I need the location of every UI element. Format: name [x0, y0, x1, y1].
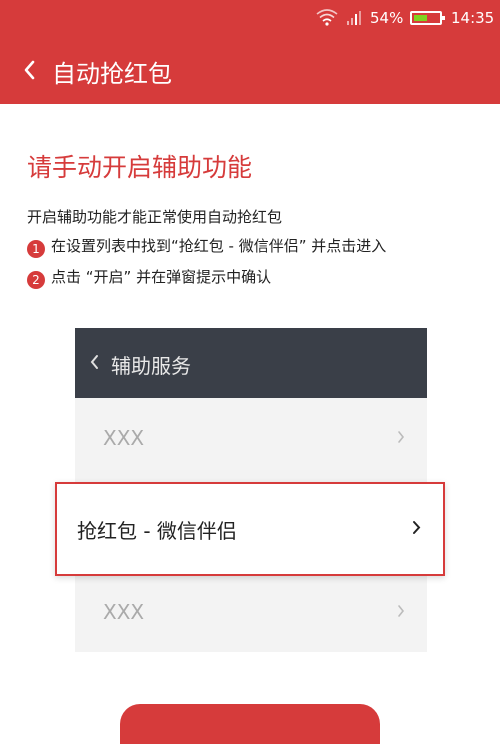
step-text: 点击 “开启” 并在弹窗提示中确认	[51, 268, 272, 286]
chevron-right-icon	[413, 521, 421, 534]
wifi-icon	[316, 9, 338, 26]
highlighted-service-row: 抢红包 - 微信伴侣	[55, 482, 445, 576]
step-number-badge: 2	[27, 271, 45, 289]
illustration-row: XXX	[75, 398, 427, 478]
illustration-row: XXX	[75, 572, 427, 652]
clock: 14:35	[451, 9, 495, 27]
open-settings-button[interactable]	[120, 704, 380, 744]
page-title: 自动抢红包	[52, 60, 172, 88]
battery-fill	[414, 15, 427, 21]
app-header: 54% 14:35 自动抢红包	[0, 0, 500, 104]
illustration-row-label: XXX	[103, 426, 145, 450]
battery-percent: 54%	[370, 9, 404, 27]
guide-intro: 开启辅助功能才能正常使用自动抢红包	[27, 208, 283, 226]
signal-icon	[347, 11, 361, 25]
illustration-header: 辅助服务	[75, 328, 427, 398]
chevron-right-icon	[398, 431, 405, 443]
step-number-badge: 1	[27, 240, 45, 258]
status-bar: 54% 14:35	[0, 0, 500, 36]
chevron-right-icon	[398, 605, 405, 617]
chevron-left-icon	[90, 355, 98, 369]
battery-icon	[410, 11, 445, 25]
step-1: 1 在设置列表中找到“抢红包 - 微信伴侣” 并点击进入	[27, 235, 386, 258]
toolbar: 自动抢红包	[0, 44, 500, 96]
illustration-header-title: 辅助服务	[111, 354, 191, 378]
illustration-row-label: XXX	[103, 600, 145, 624]
step-text: 在设置列表中找到“抢红包 - 微信伴侣” 并点击进入	[51, 237, 387, 255]
step-2: 2 点击 “开启” 并在弹窗提示中确认	[27, 266, 271, 289]
chevron-left-icon[interactable]	[18, 56, 42, 84]
guide-heading: 请手动开启辅助功能	[27, 153, 253, 182]
highlighted-service-label: 抢红包 - 微信伴侣	[77, 519, 237, 543]
